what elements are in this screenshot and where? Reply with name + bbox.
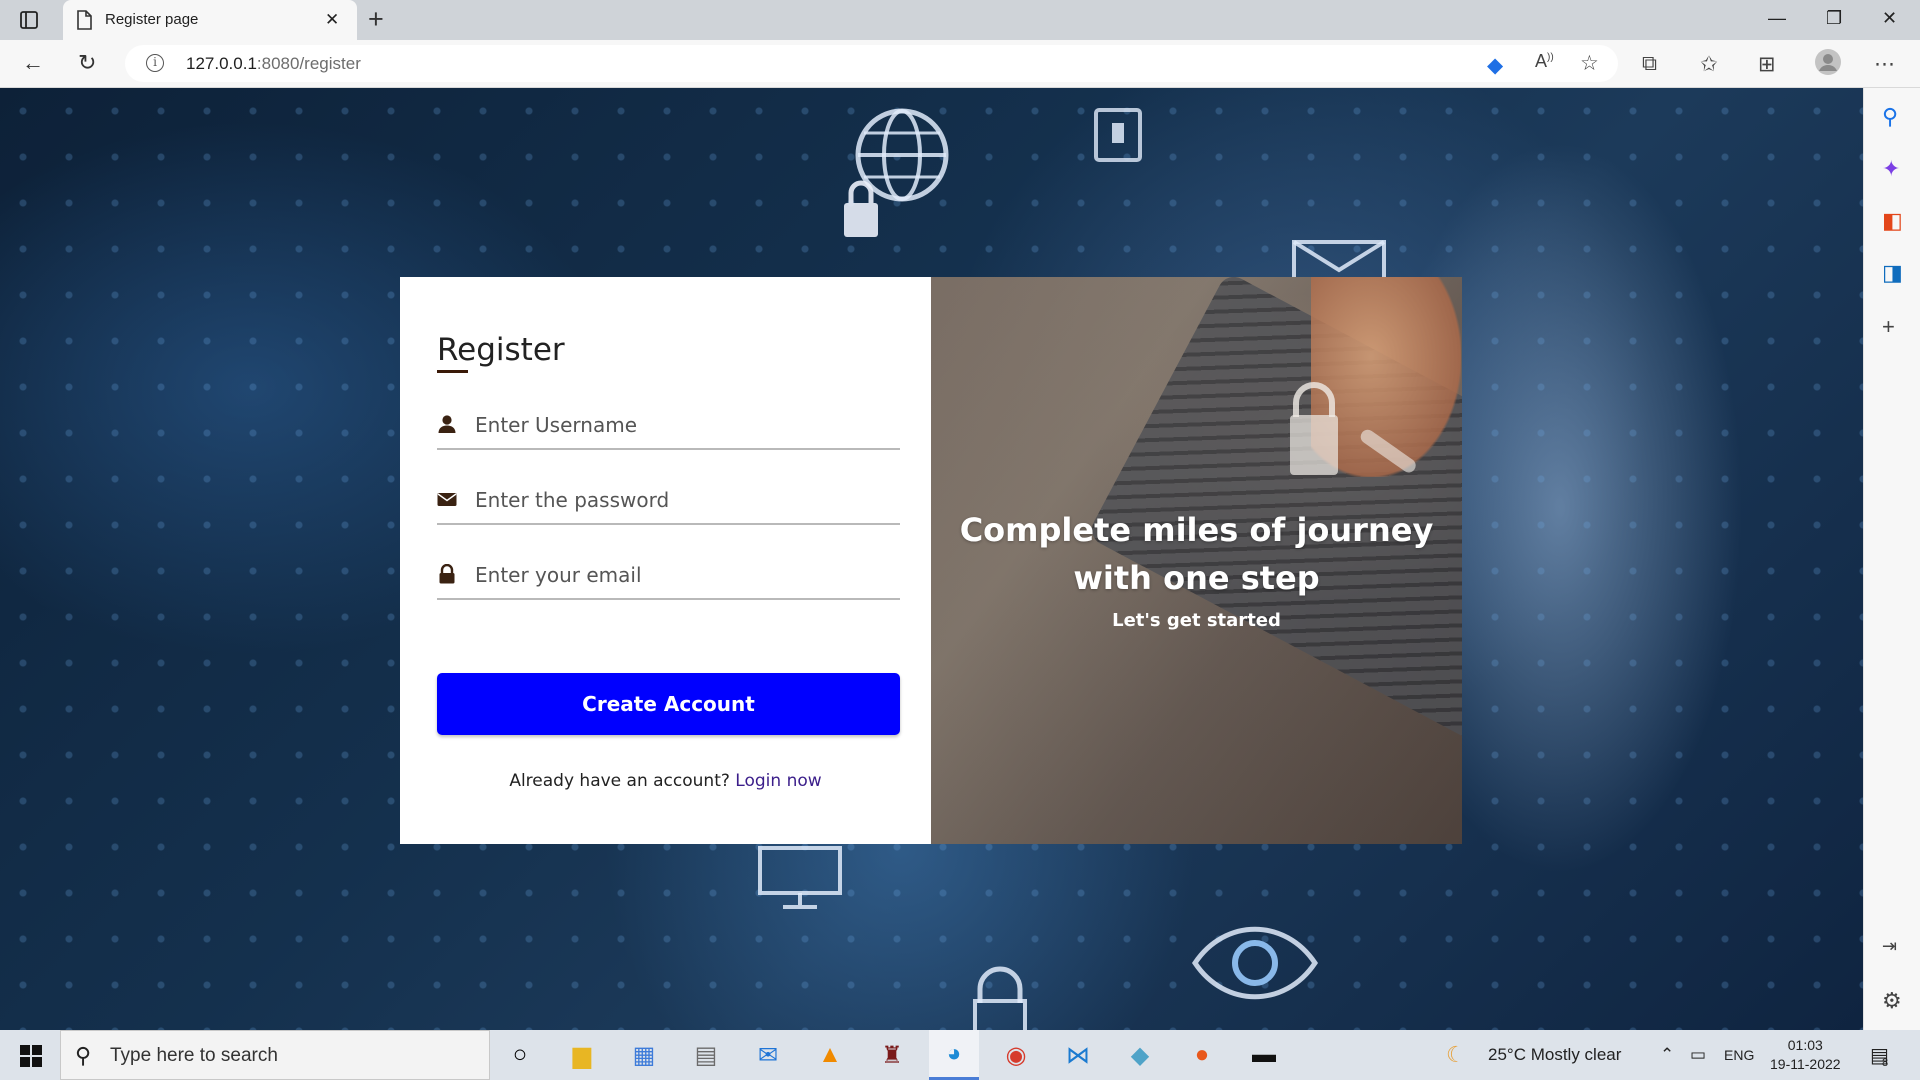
browser-tab-bar: Register page ✕ + — ❐ ✕ <box>0 0 1920 40</box>
add-favorite-icon[interactable]: ☆ <box>1580 51 1599 76</box>
taskbar-search-placeholder: Type here to search <box>110 1045 278 1066</box>
store-icon[interactable]: ▦ <box>619 1030 669 1080</box>
globe-lock-icon <box>844 108 949 237</box>
notification-count: 8 <box>1882 1057 1889 1069</box>
edge-sidebar: ⚲ ✦ ◧ ◨ + ⇥ ⚙ <box>1863 88 1920 1030</box>
battery-icon[interactable]: ▭ <box>1690 1045 1706 1065</box>
username-input[interactable] <box>475 408 895 442</box>
firefox-icon[interactable]: ● <box>1177 1030 1227 1080</box>
lock-icon <box>1094 108 1142 162</box>
login-now-link[interactable]: Login now <box>735 771 821 791</box>
create-account-button[interactable]: Create Account <box>437 673 900 735</box>
password-input[interactable] <box>475 483 895 517</box>
close-tab-icon[interactable]: ✕ <box>325 10 339 30</box>
edge-browser-icon[interactable]: ◕ <box>929 1030 979 1080</box>
system-clock[interactable]: 01:03 19-11-2022 <box>1770 1036 1841 1074</box>
hide-sidebar-icon[interactable]: ⇥ <box>1882 936 1897 957</box>
refresh-icon[interactable]: ↻ <box>78 50 96 76</box>
chrome-icon[interactable]: ◉ <box>991 1030 1041 1080</box>
office-icon[interactable]: ◧ <box>1882 208 1903 234</box>
lock-icon <box>439 564 455 584</box>
calculator-icon[interactable]: ▤ <box>681 1030 731 1080</box>
register-heading: Register <box>437 332 565 368</box>
weather-text[interactable]: 25°C Mostly clear <box>1488 1045 1621 1065</box>
add-app-icon[interactable]: + <box>1882 314 1895 340</box>
profile-avatar-icon[interactable] <box>1814 48 1842 82</box>
minimize-icon[interactable]: — <box>1768 8 1786 29</box>
vlc-icon[interactable]: ▲ <box>805 1030 855 1080</box>
padlock-overlay-icon <box>1290 382 1416 475</box>
terminal-icon[interactable]: ▬ <box>1239 1030 1289 1080</box>
windows-taskbar: ⚲ Type here to search ○ ▆ ▦ ▤ ✉ ▲ ♜ ◕ ◉ … <box>0 1030 1920 1080</box>
copilot-icon[interactable]: ✦ <box>1882 156 1900 182</box>
url-text[interactable]: 127.0.0.1:8080/register <box>186 54 361 74</box>
more-menu-icon[interactable]: ⋯ <box>1874 52 1895 77</box>
page-viewport: Register Enter Username Enter your email… <box>0 88 1863 1030</box>
vscode-icon[interactable]: ⋈ <box>1053 1030 1103 1080</box>
login-prompt: Already have an account? Login now <box>400 771 931 791</box>
password-field-row <box>437 479 900 525</box>
favorites-icon[interactable]: ✩ <box>1700 52 1718 77</box>
cortana-icon[interactable]: ○ <box>495 1030 545 1080</box>
sidebar-settings-icon[interactable]: ⚙ <box>1882 988 1902 1014</box>
monitor-lock-icon <box>758 846 842 909</box>
read-aloud-icon[interactable]: A)) <box>1535 51 1554 72</box>
promo-subtitle: Let's get started <box>1112 610 1281 631</box>
outlook-icon[interactable]: ◨ <box>1882 260 1903 286</box>
restore-icon[interactable]: ❐ <box>1826 8 1842 29</box>
weather-icon[interactable]: ☾ <box>1446 1042 1466 1068</box>
search-icon: ⚲ <box>75 1043 92 1068</box>
page-icon <box>75 10 93 35</box>
file-explorer-icon[interactable]: ▆ <box>557 1030 607 1080</box>
close-window-icon[interactable]: ✕ <box>1882 8 1897 29</box>
promo-title-line2: with one step <box>1073 559 1320 597</box>
new-tab-icon[interactable]: + <box>368 4 384 35</box>
tab-actions-icon[interactable] <box>18 9 40 36</box>
address-bar: ← ↻ i 127.0.0.1:8080/register ◆ A)) ☆ ⧉ … <box>0 40 1920 88</box>
back-icon[interactable]: ← <box>22 50 44 76</box>
taskbar-search[interactable]: ⚲ Type here to search <box>60 1030 490 1080</box>
windows-start-icon[interactable] <box>20 1045 42 1067</box>
site-info-icon[interactable]: i <box>146 54 164 72</box>
language-indicator[interactable]: ENG <box>1724 1047 1754 1063</box>
clock-time: 01:03 <box>1787 1037 1823 1053</box>
game-app-icon[interactable]: ♜ <box>867 1030 917 1080</box>
clock-date: 19-11-2022 <box>1770 1056 1841 1072</box>
mail-app-icon[interactable]: ✉ <box>743 1030 793 1080</box>
promo-title: Complete miles of journey with one step <box>931 506 1462 602</box>
notepad-app-icon[interactable]: ◆ <box>1115 1030 1165 1080</box>
envelope-icon <box>437 493 457 506</box>
shopping-tag-icon[interactable]: ◆ <box>1487 53 1503 78</box>
email-input[interactable] <box>475 558 895 592</box>
tab-title: Register page <box>105 11 199 28</box>
register-card: Register Enter Username Enter your email… <box>400 277 1462 844</box>
collections-icon[interactable]: ⊞ <box>1758 52 1776 77</box>
promo-panel: Complete miles of journey with one step … <box>931 277 1462 844</box>
login-prompt-text: Already have an account? <box>509 771 730 791</box>
bottom-lock-icon <box>973 966 1027 1030</box>
extensions-icon[interactable]: ⧉ <box>1642 52 1657 76</box>
promo-title-line1: Complete miles of journey <box>959 511 1434 549</box>
url-field[interactable]: i 127.0.0.1:8080/register ◆ A)) ☆ <box>125 45 1618 82</box>
show-hidden-icons[interactable]: ⌃ <box>1660 1045 1674 1065</box>
email-field-row <box>437 554 900 600</box>
search-icon[interactable]: ⚲ <box>1882 104 1898 130</box>
user-icon <box>438 415 456 433</box>
username-field-row <box>437 404 900 450</box>
heading-underline <box>437 370 468 373</box>
active-tab[interactable]: Register page ✕ <box>63 0 357 40</box>
eye-icon <box>1191 926 1319 1000</box>
register-form-panel: Register Enter Username Enter your email… <box>400 277 931 844</box>
